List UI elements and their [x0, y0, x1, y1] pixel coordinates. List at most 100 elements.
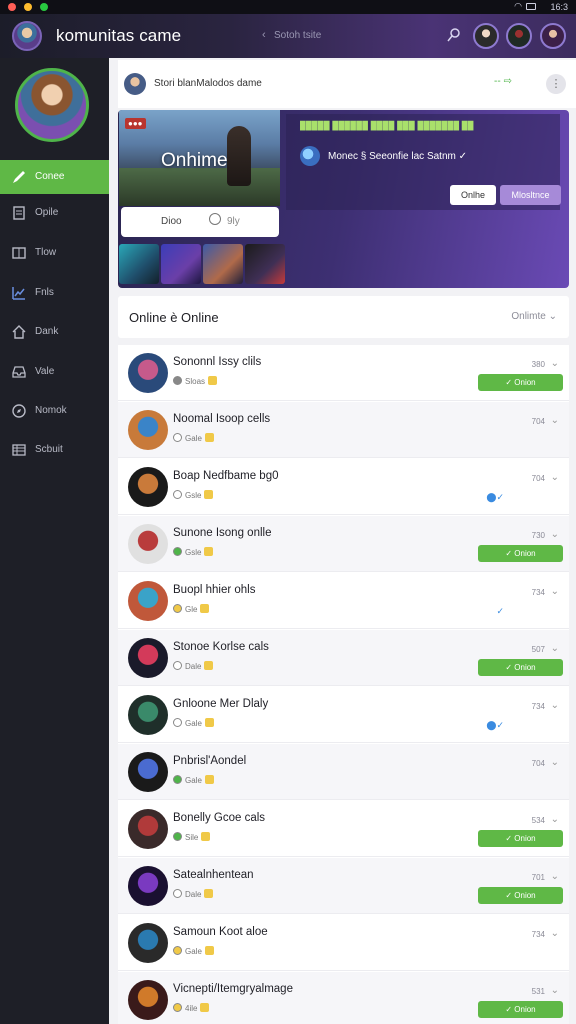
- avatar[interactable]: [128, 695, 168, 735]
- app-logo[interactable]: [12, 21, 42, 51]
- chevron-down-icon[interactable]: ⌄: [551, 643, 559, 654]
- member-status: Sile: [173, 832, 211, 842]
- list-item[interactable]: Bonelly Gcoe cals Sile 534 ⌄ ✓ Onion: [118, 801, 569, 857]
- chevron-down-icon[interactable]: ⌄: [551, 700, 559, 711]
- section-filter[interactable]: Onlimte ⌄: [511, 311, 557, 322]
- featured-image[interactable]: ●●● Onhime: [119, 110, 280, 206]
- avatar[interactable]: [128, 524, 168, 564]
- chevron-down-icon[interactable]: ⌄: [551, 415, 559, 426]
- list-item[interactable]: Samoun Koot aloe Gale 734 ⌄: [118, 915, 569, 971]
- list-item[interactable]: Boap Nedfbame bg0 Gsle 704 ⌄ ⬤✓: [118, 459, 569, 515]
- sidebar-item-3[interactable]: Fnls: [0, 276, 109, 310]
- avatar[interactable]: [128, 809, 168, 849]
- header-avatar-1[interactable]: [473, 23, 499, 49]
- sidebar-item-2[interactable]: Tlow: [0, 236, 109, 270]
- avatar[interactable]: [128, 638, 168, 678]
- member-count: 704: [531, 759, 545, 768]
- avatar[interactable]: [128, 923, 168, 963]
- chevron-down-icon[interactable]: ⌄: [551, 814, 559, 825]
- list-item[interactable]: Gnloone Mer Dlaly Gale 734 ⌄ ⬤✓: [118, 687, 569, 743]
- chevron-down-icon[interactable]: ⌄: [551, 586, 559, 597]
- status-dot: [173, 547, 182, 556]
- member-name: Bonelly Gcoe cals: [173, 812, 266, 824]
- member-count: 704: [531, 417, 545, 426]
- list-item[interactable]: Satealnhentean Dale 701 ⌄ ✓ Onion: [118, 858, 569, 914]
- avatar[interactable]: [128, 410, 168, 450]
- list-item[interactable]: Stonoe Korlse cals Dale 507 ⌄ ✓ Onion: [118, 630, 569, 686]
- thumbnail-2[interactable]: [161, 244, 201, 284]
- sidebar-item-7[interactable]: Scbuit: [0, 433, 109, 467]
- list-item[interactable]: Noomal Isoop cells Gale 704 ⌄: [118, 402, 569, 458]
- section-title: Online è Online: [129, 310, 219, 325]
- maximize-window-button[interactable]: [40, 3, 48, 11]
- promo-secondary-button[interactable]: Onlhe: [450, 185, 496, 205]
- avatar[interactable]: [128, 353, 168, 393]
- thumbnail-3[interactable]: [203, 244, 243, 284]
- sidebar-item-label: Fnls: [35, 287, 54, 298]
- promo-primary-button[interactable]: Mlosltnce: [500, 185, 561, 205]
- header-search[interactable]: ‹ Sotoh tsite: [262, 26, 432, 46]
- member-sub-label: Gsle: [185, 491, 202, 500]
- join-button[interactable]: ✓ Onion: [478, 887, 563, 904]
- sidebar-item-label: Scbuit: [35, 444, 63, 455]
- featured-title: Onhime: [161, 150, 228, 171]
- chevron-down-icon[interactable]: ⌄: [551, 529, 559, 540]
- member-count: 701: [531, 873, 545, 882]
- sidebar-item-5[interactable]: Vale: [0, 355, 109, 389]
- chevron-down-icon[interactable]: ⌄: [551, 757, 559, 768]
- search-icon[interactable]: [446, 27, 462, 43]
- list-item[interactable]: Vicnepti/Itemgryalmage 4ile 531 ⌄ ✓ Onion: [118, 972, 569, 1024]
- member-name: Sunone Isong onlle: [173, 527, 272, 539]
- verified-badge: ✓: [496, 606, 504, 616]
- member-name: Pnbrisl'Aondel: [173, 755, 247, 767]
- verified-badge: ⬤✓: [486, 720, 504, 730]
- chevron-down-icon[interactable]: ⌄: [551, 472, 559, 483]
- chevron-down-icon[interactable]: ⌄: [551, 358, 559, 369]
- chevron-down-icon[interactable]: ⌄: [551, 928, 559, 939]
- featured-card[interactable]: Dioo 9ly: [121, 207, 279, 237]
- member-sub-label: Sile: [185, 833, 199, 842]
- close-window-button[interactable]: [8, 3, 16, 11]
- list-item[interactable]: Buopl hhier ohls Gle 734 ⌄ ✓: [118, 573, 569, 629]
- globe-icon: [300, 146, 320, 166]
- sidebar-item-0[interactable]: Conee: [0, 160, 109, 194]
- wifi-icon: ◠: [514, 1, 522, 11]
- status-dot: [173, 490, 182, 499]
- status-dot: [173, 889, 182, 898]
- sidebar-item-label: Conee: [35, 171, 65, 182]
- join-button[interactable]: ✓ Onion: [478, 545, 563, 562]
- avatar[interactable]: [128, 866, 168, 906]
- avatar[interactable]: [128, 581, 168, 621]
- header-avatar-3[interactable]: [540, 23, 566, 49]
- profile-avatar[interactable]: [15, 68, 89, 142]
- avatar[interactable]: [128, 752, 168, 792]
- thumbnail-1[interactable]: [119, 244, 159, 284]
- join-button[interactable]: ✓ Onion: [478, 1001, 563, 1018]
- join-button[interactable]: ✓ Onion: [478, 830, 563, 847]
- list-item[interactable]: Sunone Isong onlle Gsle 730 ⌄ ✓ Onion: [118, 516, 569, 572]
- breadcrumb-avatar[interactable]: [124, 73, 146, 95]
- sidebar-item-4[interactable]: Dank: [0, 315, 109, 349]
- battery-icon: [526, 3, 536, 10]
- rank-badge-icon: [204, 547, 214, 556]
- sidebar-item-1[interactable]: Opile: [0, 196, 109, 230]
- status-dot: [173, 433, 182, 442]
- list-item[interactable]: Pnbrisl'Aondel Gale 704 ⌄: [118, 744, 569, 800]
- status-dot: [173, 832, 182, 841]
- minimize-window-button[interactable]: [24, 3, 32, 11]
- avatar[interactable]: [128, 980, 168, 1020]
- header-avatar-2[interactable]: [506, 23, 532, 49]
- member-count: 734: [531, 702, 545, 711]
- chevron-down-icon[interactable]: ⌄: [551, 985, 559, 996]
- breadcrumb-action[interactable]: -- ⇨: [494, 76, 512, 87]
- grid-icon: [12, 444, 26, 456]
- rank-badge-icon: [208, 376, 218, 385]
- more-options-icon[interactable]: ⋮: [546, 74, 566, 94]
- thumbnail-4[interactable]: [245, 244, 285, 284]
- list-item[interactable]: Sononnl Issy clils Sloas 380 ⌄ ✓ Onion: [118, 345, 569, 401]
- sidebar-item-6[interactable]: Nomok: [0, 394, 109, 428]
- chevron-down-icon[interactable]: ⌄: [551, 871, 559, 882]
- avatar[interactable]: [128, 467, 168, 507]
- join-button[interactable]: ✓ Onion: [478, 374, 563, 391]
- join-button[interactable]: ✓ Onion: [478, 659, 563, 676]
